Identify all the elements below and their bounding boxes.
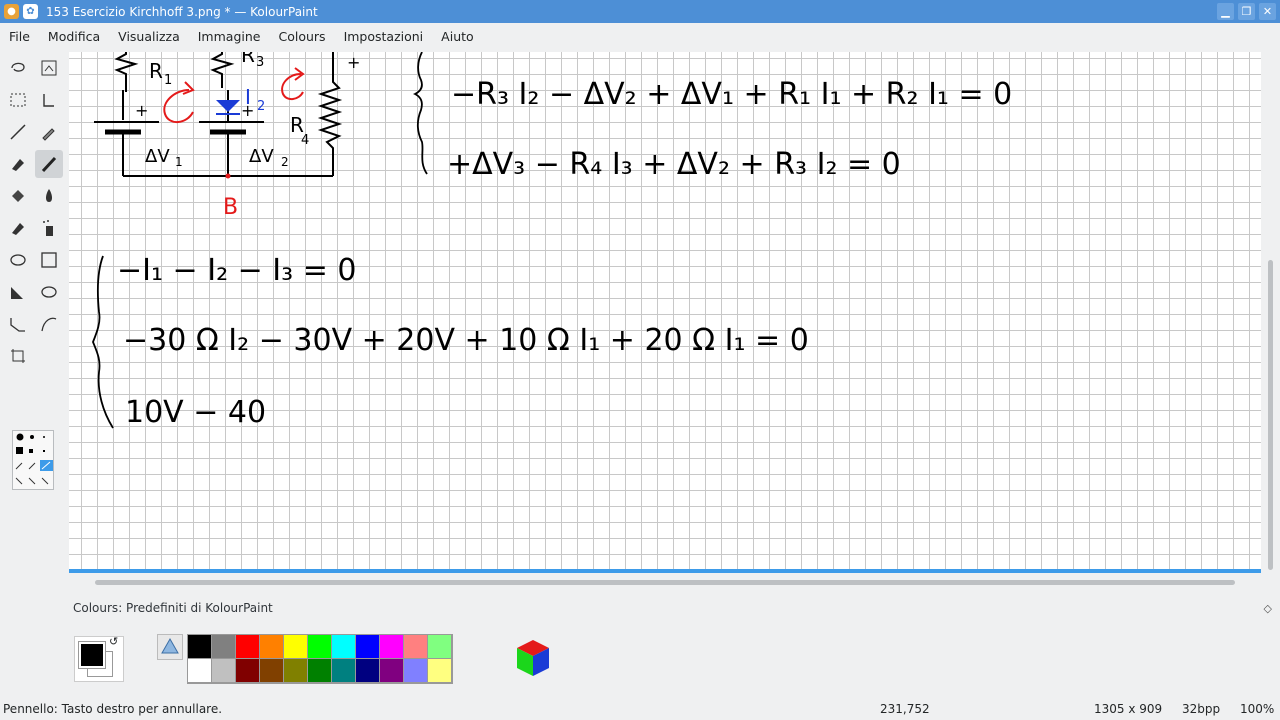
svg-text:1: 1 <box>164 73 172 88</box>
colour-swatch[interactable] <box>356 659 380 683</box>
menu-visualizza[interactable]: Visualizza <box>109 29 189 44</box>
brush-size-options[interactable] <box>12 430 54 490</box>
ellipse2-icon[interactable] <box>35 278 63 306</box>
colour-swatch[interactable] <box>380 659 404 683</box>
label-dv1: ΔV <box>145 146 170 167</box>
free-select-icon[interactable] <box>4 54 32 82</box>
svg-text:+: + <box>135 101 148 120</box>
menu-file[interactable]: File <box>0 29 39 44</box>
colours-title: Colours: Predefiniti di KolourPaint <box>73 601 273 615</box>
fill-icon[interactable] <box>4 182 32 210</box>
colour-swatch[interactable] <box>308 659 332 683</box>
colour-swatch[interactable] <box>380 635 404 659</box>
brush-icon[interactable] <box>35 150 63 178</box>
drawing-canvas[interactable]: R 1 R 3 R 4 I 2 ΔV 1 ΔV 2 B + + + −R₃ I₂… <box>69 52 1261 569</box>
colour-swatch[interactable] <box>356 635 380 659</box>
colour-swatch[interactable] <box>212 659 236 683</box>
colour-swatch[interactable] <box>188 659 212 683</box>
colour-swatch[interactable] <box>284 659 308 683</box>
colour-swatch[interactable] <box>284 635 308 659</box>
line-icon[interactable] <box>4 118 32 146</box>
colour-swatch[interactable] <box>236 635 260 659</box>
close-button[interactable]: ✕ <box>1259 3 1276 20</box>
equation-2: +ΔV₃ − R₄ I₃ + ΔV₂ + R₃ I₂ = 0 <box>447 147 901 182</box>
menu-colours[interactable]: Colours <box>269 29 334 44</box>
colour-swatch[interactable] <box>212 635 236 659</box>
status-hint: Pennello: Tasto destro per annullare. <box>3 702 223 716</box>
eraser-icon[interactable] <box>4 150 32 178</box>
system-equation-2: −30 Ω I₂ − 30V + 20V + 10 Ω I₁ + 20 Ω I₁… <box>123 323 809 358</box>
colour-swatch[interactable] <box>188 635 212 659</box>
swap-colours-icon[interactable]: ↺ <box>109 635 118 648</box>
svg-text:4: 4 <box>301 133 309 148</box>
toolbox <box>0 52 68 572</box>
foreground-colour[interactable] <box>78 641 106 669</box>
colour-swatch[interactable] <box>428 659 452 683</box>
window-title: 153 Esercizio Kirchhoff 3.png * — Kolour… <box>46 4 318 19</box>
maximize-button[interactable]: ❐ <box>1238 3 1255 20</box>
status-depth: 32bpp <box>1182 702 1221 716</box>
svg-text:3: 3 <box>256 55 264 70</box>
ellipse-icon[interactable] <box>4 246 32 274</box>
title-bar: ● ✿ 153 Esercizio Kirchhoff 3.png * — Ko… <box>0 0 1280 23</box>
svg-text:2: 2 <box>281 155 289 169</box>
status-zoom: 100% <box>1240 702 1275 716</box>
app-icon[interactable]: ● <box>4 4 19 19</box>
picker-icon[interactable] <box>35 118 63 146</box>
resize-icon[interactable] <box>4 342 32 370</box>
menu-immagine[interactable]: Immagine <box>189 29 270 44</box>
window-menu-icon[interactable]: ✿ <box>23 4 38 19</box>
label-dv2: ΔV <box>249 146 274 167</box>
color-eraser-icon[interactable] <box>4 214 32 242</box>
transparent-colour-icon[interactable] <box>157 634 183 660</box>
colour-swatch[interactable] <box>236 659 260 683</box>
menu-bar: File Modifica Visualizza Immagine Colour… <box>0 23 1280 50</box>
status-coords: 231,752 <box>880 702 930 716</box>
horizontal-scrollbar[interactable] <box>69 573 1261 591</box>
colour-cube-icon[interactable] <box>513 638 553 681</box>
rectangle-icon[interactable] <box>35 246 63 274</box>
crop-icon[interactable] <box>35 54 63 82</box>
system-equation-3: 10V − 40 <box>125 395 266 430</box>
spraycan-icon[interactable] <box>35 214 63 242</box>
polygon-icon[interactable] <box>4 278 32 306</box>
colour-swatch[interactable] <box>404 659 428 683</box>
colour-swatch[interactable] <box>308 635 332 659</box>
curve-icon[interactable] <box>35 310 63 338</box>
colour-swatch[interactable] <box>260 659 284 683</box>
colour-swatch[interactable] <box>260 635 284 659</box>
svg-text:+: + <box>347 53 360 72</box>
status-bar: Pennello: Tasto destro per annullare. 23… <box>0 698 1280 720</box>
vertical-scrollbar[interactable] <box>1263 52 1280 570</box>
blur-icon[interactable] <box>35 182 63 210</box>
colour-swatch[interactable] <box>332 635 356 659</box>
float-panel-icon[interactable]: ◇ <box>1264 602 1272 615</box>
svg-text:+: + <box>241 101 254 120</box>
label-r3: R <box>241 52 255 67</box>
svg-text:2: 2 <box>257 99 265 114</box>
svg-text:1: 1 <box>175 155 183 169</box>
text-icon[interactable] <box>35 86 63 114</box>
system-equation-1: −I₁ − I₂ − I₃ = 0 <box>117 253 356 288</box>
equation-1: −R₃ I₂ − ΔV₂ + ΔV₁ + R₁ I₁ + R₂ I₁ = 0 <box>451 77 1012 112</box>
label-b: B <box>223 195 238 220</box>
status-size: 1305 x 909 <box>1094 702 1163 716</box>
colour-swatch[interactable] <box>404 635 428 659</box>
minimize-button[interactable]: ▁ <box>1217 3 1234 20</box>
colour-swatch[interactable] <box>428 635 452 659</box>
handwritten-drawing: R 1 R 3 R 4 I 2 ΔV 1 ΔV 2 B + + + −R₃ I₂… <box>92 52 1012 430</box>
label-r1: R <box>149 59 163 83</box>
colours-panel: Colours: Predefiniti di KolourPaint ◇ ↺ <box>69 598 1280 696</box>
menu-impostazioni[interactable]: Impostazioni <box>335 29 433 44</box>
rect-select-icon[interactable] <box>4 86 32 114</box>
colour-palette[interactable] <box>187 634 453 684</box>
menu-aiuto[interactable]: Aiuto <box>432 29 483 44</box>
polyline-icon[interactable] <box>4 310 32 338</box>
fg-bg-colour-box[interactable]: ↺ <box>74 635 124 682</box>
colour-swatch[interactable] <box>332 659 356 683</box>
menu-modifica[interactable]: Modifica <box>39 29 109 44</box>
